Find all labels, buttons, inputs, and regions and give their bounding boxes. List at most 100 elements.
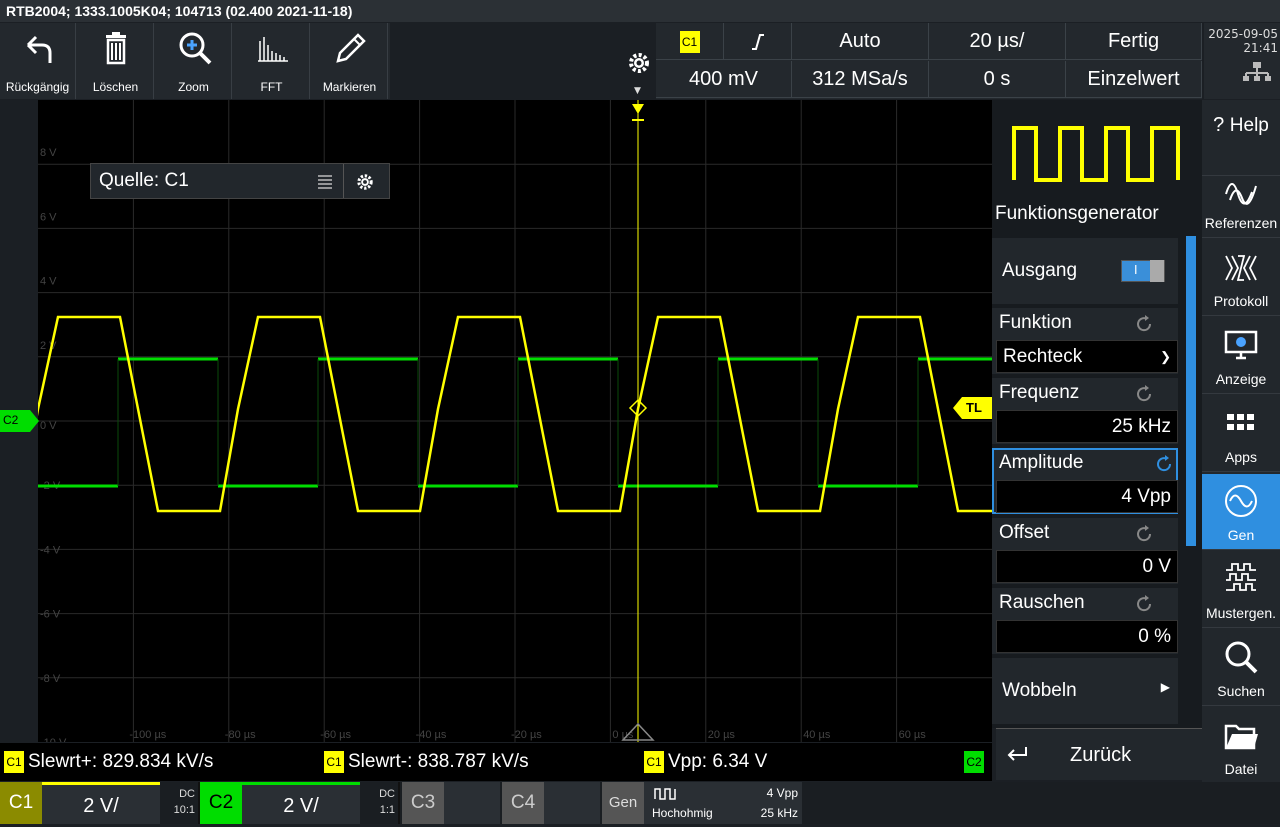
channel-c4[interactable]: C4 — [502, 782, 600, 824]
meas-chip: C1 — [644, 751, 664, 773]
channel-c3[interactable]: C3 — [402, 782, 500, 824]
sweep-row[interactable]: Wobbeln ▶ — [992, 658, 1178, 724]
trigger-mode[interactable]: Auto — [792, 23, 929, 60]
c2-marker-label: C2 — [3, 413, 19, 427]
list-icon[interactable] — [317, 174, 333, 190]
measurement-3[interactable]: C1 Vpp: 6.34 V — [644, 751, 767, 773]
chevron-down-icon[interactable]: ▼ — [634, 86, 641, 96]
sidebar-item-file[interactable]: Datei — [1202, 708, 1280, 784]
x-tick-label: -80 µs — [225, 729, 256, 741]
reset-icon[interactable] — [1154, 454, 1174, 474]
channel-c1[interactable]: C1 2 V/ DC 10:1 — [0, 782, 200, 824]
delete-button[interactable]: Löschen — [78, 23, 154, 99]
measurement-4[interactable]: C2 — [964, 751, 988, 773]
square-wave-icon — [1012, 126, 1180, 182]
y-tick-label: 4 V — [40, 276, 57, 288]
undo-button[interactable]: Rückgängig — [0, 23, 76, 99]
back-label: Zurück — [1070, 744, 1132, 766]
y-tick-label: 0 V — [40, 420, 57, 432]
sidebar-label-file: Datei — [1224, 761, 1258, 777]
time-offset[interactable]: 0 s — [929, 61, 1066, 98]
probe: 1:1 — [379, 804, 395, 816]
rising-edge-icon — [751, 33, 764, 50]
sidebar-item-search[interactable]: Suchen — [1202, 630, 1280, 706]
channel-coupling: DC 1:1 — [379, 786, 395, 818]
reset-icon[interactable] — [1134, 384, 1154, 404]
mark-button[interactable]: Markieren — [312, 23, 388, 99]
zoom-button[interactable]: Zoom — [156, 23, 232, 99]
offset-row[interactable]: Offset 0 V — [992, 518, 1178, 584]
reset-icon[interactable] — [1134, 594, 1154, 614]
function-value: Rechteck — [1003, 346, 1083, 367]
channel-scale: 2 V/ — [42, 782, 160, 824]
back-button[interactable]: Zurück — [996, 728, 1202, 780]
sample-rate[interactable]: 312 MSa/s — [792, 61, 929, 98]
channel-name: C3 — [402, 782, 444, 824]
offset-field[interactable]: 0 V — [996, 550, 1178, 583]
meas-chip: C2 — [964, 751, 984, 773]
y-tick-label: -10 V — [40, 737, 67, 742]
source-selector[interactable]: Quelle: C1 — [90, 163, 390, 199]
chevron-right-icon: ▶ — [1160, 680, 1170, 694]
divider — [343, 164, 344, 198]
y-tick-label: -6 V — [40, 609, 61, 621]
trigger-level[interactable]: 400 mV — [656, 61, 792, 98]
fft-icon — [258, 37, 288, 62]
sidebar-item-display[interactable]: Anzeige — [1202, 318, 1280, 394]
output-toggle-text: I — [1134, 263, 1138, 277]
meas-text: Slewrt-: 838.787 kV/s — [348, 751, 529, 772]
trigger-slope[interactable] — [724, 23, 792, 60]
measurement-2[interactable]: C1 Slewrt-: 838.787 kV/s — [324, 751, 529, 773]
function-select[interactable]: Rechteck ❯ — [996, 340, 1178, 373]
sine-icon — [1225, 485, 1257, 517]
sidebar-item-apps[interactable]: Apps — [1202, 396, 1280, 472]
offset-label: Offset — [999, 522, 1050, 543]
amplitude-row[interactable]: Amplitude 4 Vpp — [992, 448, 1178, 514]
x-tick-label: -20 µs — [511, 729, 542, 741]
acq-mode[interactable]: Einzelwert — [1066, 61, 1202, 98]
fft-button[interactable]: FFT — [234, 23, 310, 99]
panel-scrollbar[interactable] — [1186, 236, 1196, 546]
reset-icon[interactable] — [1134, 524, 1154, 544]
sidebar-label-protocol: Protokoll — [1213, 293, 1269, 309]
pattern-icon — [1226, 563, 1256, 591]
channel-c2[interactable]: C2 2 V/ DC 1:1 — [200, 782, 400, 824]
reset-icon[interactable] — [1134, 314, 1154, 334]
sidebar-item-protocol[interactable]: Protokoll — [1202, 240, 1280, 316]
sidebar-item-pattern[interactable]: Mustergen. — [1202, 552, 1280, 628]
measurement-1[interactable]: C1 Slewrt+: 829.834 kV/s — [4, 751, 213, 773]
function-row[interactable]: Funktion Rechteck ❯ — [992, 308, 1178, 374]
sidebar-item-gen[interactable]: Gen — [1202, 474, 1280, 550]
reference-icon — [1225, 183, 1257, 205]
mark-label: Markieren — [322, 80, 377, 94]
probe: 10:1 — [173, 804, 195, 816]
output-row[interactable]: Ausgang I — [992, 238, 1178, 304]
c2-offset-marker[interactable]: C2 — [0, 410, 40, 432]
y-tick-label: -8 V — [40, 673, 61, 685]
gear-icon[interactable] — [626, 50, 652, 76]
x-tick-label: 20 µs — [708, 729, 736, 741]
noise-field[interactable]: 0 % — [996, 620, 1178, 653]
apps-icon — [1227, 414, 1254, 430]
measurement-bar: C1 Slewrt+: 829.834 kV/s C1 Slewrt-: 838.7… — [0, 743, 992, 781]
search-icon — [1225, 641, 1258, 674]
noise-row[interactable]: Rauschen 0 % — [992, 588, 1178, 654]
channel-name: C2 — [200, 782, 242, 824]
acq-status[interactable]: Fertig — [1066, 23, 1202, 60]
timebase[interactable]: 20 µs/ — [929, 23, 1066, 60]
frequency-field[interactable]: 25 kHz — [996, 410, 1178, 443]
gear-icon[interactable] — [355, 172, 375, 192]
amplitude-field[interactable]: 4 Vpp — [996, 480, 1178, 513]
back-arrow-icon — [1007, 747, 1027, 761]
generator-status[interactable]: Gen Hochohmig 4 Vpp 25 kHz — [602, 782, 802, 824]
network-icon — [1243, 62, 1271, 81]
trigger-level-marker[interactable]: TL — [952, 397, 992, 419]
meas-text: Vpp: 6.34 V — [668, 751, 768, 772]
noise-label: Rauschen — [999, 592, 1085, 613]
sidebar-item-references[interactable]: Referenzen — [1202, 162, 1280, 238]
sidebar-label-display: Anzeige — [1215, 371, 1267, 387]
trigger-source[interactable]: C1 — [656, 23, 724, 60]
frequency-row[interactable]: Frequenz 25 kHz — [992, 378, 1178, 444]
x-tick-label: 60 µs — [899, 729, 927, 741]
output-toggle[interactable]: I — [1121, 260, 1165, 282]
